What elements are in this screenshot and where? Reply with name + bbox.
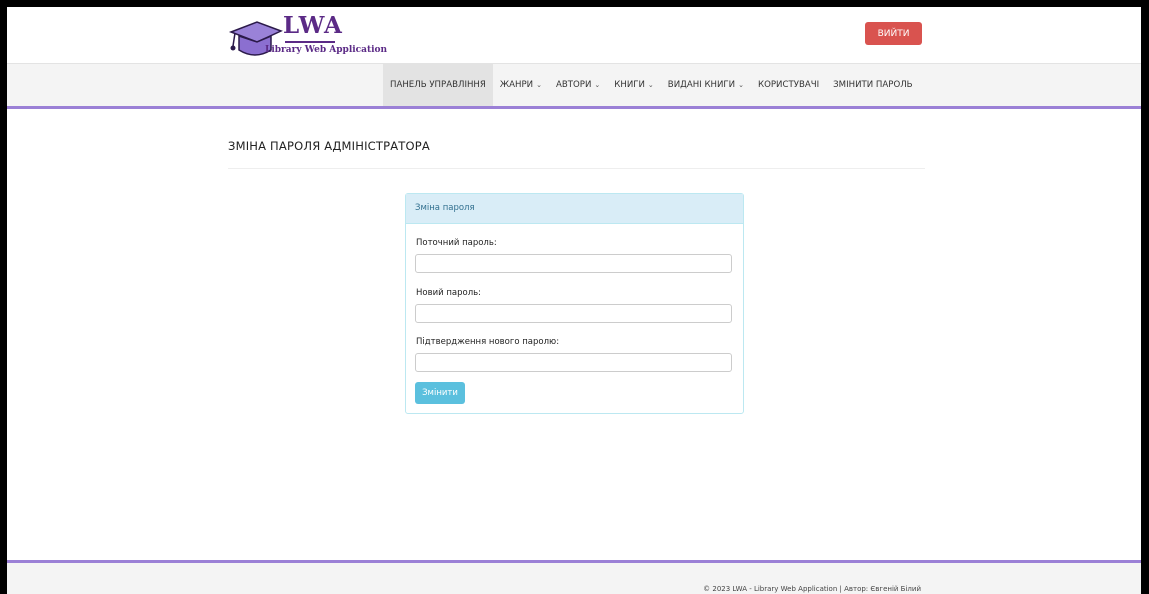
nav-item-label: ПАНЕЛЬ УПРАВЛІННЯ [390, 80, 486, 90]
chevron-down-icon: ⌄ [738, 81, 744, 89]
nav-item-change-password[interactable]: ЗМІНИТИ ПАРОЛЬ [826, 64, 919, 107]
logo[interactable]: LWA Library Web Application [227, 12, 397, 60]
change-password-button[interactable]: Змінити [415, 382, 465, 404]
nav-accent-divider [7, 106, 1141, 109]
logout-button[interactable]: ВИЙТИ [865, 22, 922, 45]
nav-item-label: КОРИСТУВАЧІ [757, 80, 820, 90]
title-divider [228, 168, 925, 169]
nav-item-label: АВТОРИ [555, 80, 592, 90]
nav-item-users[interactable]: КОРИСТУВАЧІ [751, 64, 826, 107]
current-password-input[interactable] [415, 254, 732, 273]
chevron-down-icon: ⌄ [594, 81, 601, 89]
header: LWA Library Web Application ВИЙТИ [7, 7, 1141, 63]
logo-underline [285, 41, 335, 43]
page-title: ЗМІНА ПАРОЛЯ АДМІНІСТРАТОРА [228, 139, 430, 153]
nav-item-dashboard[interactable]: ПАНЕЛЬ УПРАВЛІННЯ [383, 64, 493, 107]
logo-subtitle: Library Web Application [265, 45, 388, 55]
nav-menu: ПАНЕЛЬ УПРАВЛІННЯ ЖАНРИ ⌄ АВТОРИ ⌄ КНИГИ ⌄ … [383, 64, 920, 107]
new-password-input[interactable] [415, 304, 732, 323]
app-window: LWA Library Web Application ВИЙТИ ПАНЕЛЬ… [7, 7, 1141, 594]
change-password-panel: Зміна пароля Поточний пароль: Новий паро… [405, 193, 744, 414]
chevron-down-icon: ⌄ [536, 81, 542, 89]
nav-item-label: ВИДАНІ КНИГИ [667, 80, 736, 90]
nav-item-authors[interactable]: АВТОРИ ⌄ [549, 64, 607, 107]
panel-heading: Зміна пароля [406, 194, 743, 224]
chevron-down-icon: ⌄ [647, 81, 654, 89]
nav-item-issued-books[interactable]: ВИДАНІ КНИГИ ⌄ [661, 64, 751, 107]
confirm-password-input[interactable] [415, 353, 732, 372]
nav-item-label: ЗМІНИТИ ПАРОЛЬ [833, 80, 913, 90]
nav-item-books[interactable]: КНИГИ ⌄ [607, 64, 661, 107]
main-nav: ПАНЕЛЬ УПРАВЛІННЯ ЖАНРИ ⌄ АВТОРИ ⌄ КНИГИ ⌄ … [7, 63, 1141, 107]
nav-item-label: КНИГИ [614, 80, 645, 90]
new-password-label: Новий пароль: [416, 288, 482, 298]
confirm-password-label: Підтвердження нового паролю: [416, 337, 560, 347]
nav-item-genres[interactable]: ЖАНРИ ⌄ [493, 64, 549, 107]
current-password-label: Поточний пароль: [416, 238, 497, 248]
footer: © 2023 LWA - Library Web Application | А… [7, 563, 1141, 594]
nav-item-label: ЖАНРИ [499, 80, 534, 90]
copyright-text: © 2023 LWA - Library Web Application | А… [703, 585, 921, 593]
logo-title: LWA [283, 12, 343, 39]
